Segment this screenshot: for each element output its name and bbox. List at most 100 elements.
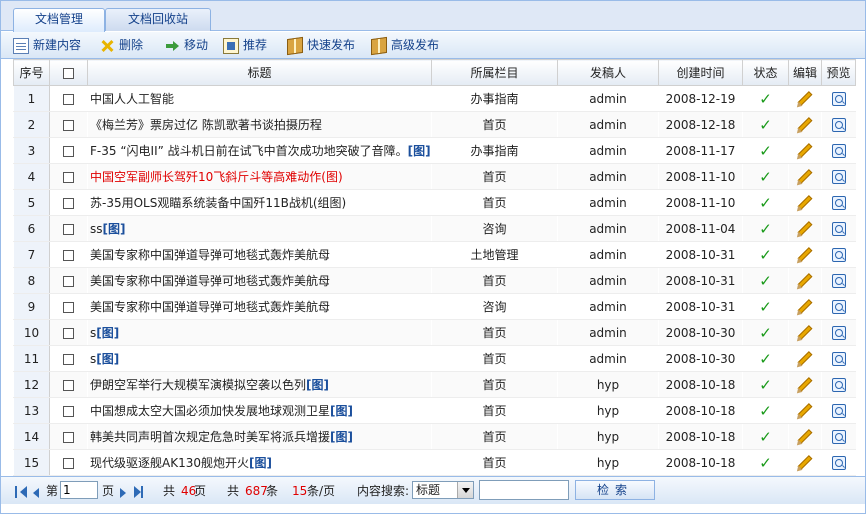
- row-select-cell[interactable]: [49, 111, 88, 138]
- row-edit[interactable]: [788, 137, 822, 164]
- tab-document-management[interactable]: 文档管理: [13, 8, 105, 32]
- table-row[interactable]: 4 中国空军副师长驾歼10飞斜斤斗等高难动作(图) 首页 admin 2008-11-1…: [13, 163, 856, 190]
- row-title-cell[interactable]: 现代级驱逐舰AK130舰炮开火[图]: [87, 449, 432, 476]
- row-title[interactable]: 中国想成太空大国必须加快发展地球观测卫星: [90, 404, 330, 418]
- preview-magnifier-icon[interactable]: [831, 247, 846, 262]
- table-row[interactable]: 11 s[图] 首页 admin 2008-10-30 ✓: [13, 345, 856, 372]
- row-preview[interactable]: [821, 345, 856, 372]
- row-image-tag[interactable]: [图]: [96, 326, 119, 340]
- search-field-select[interactable]: 标题: [412, 481, 474, 499]
- row-title[interactable]: 中国人人工智能: [90, 92, 174, 106]
- row-title[interactable]: 现代级驱逐舰AK130舰炮开火: [90, 456, 249, 470]
- column-header-index[interactable]: 序号: [13, 59, 50, 86]
- row-image-tag[interactable]: [图]: [408, 144, 431, 158]
- row-select-cell[interactable]: [49, 371, 88, 398]
- row-preview[interactable]: [821, 371, 856, 398]
- row-title[interactable]: 美国专家称中国弹道导弹可地毯式轰炸美航母: [90, 248, 330, 262]
- row-checkbox[interactable]: [63, 379, 74, 391]
- row-title-cell[interactable]: 伊朗空军举行大规模军演模拟空袭以色列[图]: [87, 371, 432, 398]
- row-select-cell[interactable]: [49, 215, 88, 242]
- row-preview[interactable]: [821, 449, 856, 476]
- row-edit[interactable]: [788, 85, 822, 112]
- preview-magnifier-icon[interactable]: [831, 273, 846, 288]
- row-title[interactable]: 美国专家称中国弹道导弹可地毯式轰炸美航母: [90, 300, 330, 314]
- row-image-tag[interactable]: [图]: [103, 222, 126, 236]
- row-title-cell[interactable]: 《梅兰芳》票房过亿 陈凯歌著书谈拍摄历程: [87, 111, 432, 138]
- row-title-cell[interactable]: s[图]: [87, 345, 432, 372]
- table-row[interactable]: 1 中国人人工智能 办事指南 admin 2008-12-19 ✓: [13, 85, 856, 112]
- pencil-edit-icon[interactable]: [797, 90, 813, 106]
- row-select-cell[interactable]: [49, 345, 88, 372]
- preview-magnifier-icon[interactable]: [831, 377, 846, 392]
- column-header-select-all[interactable]: [49, 59, 88, 86]
- table-row[interactable]: 10 s[图] 首页 admin 2008-10-30 ✓: [13, 319, 856, 346]
- row-checkbox[interactable]: [63, 405, 74, 417]
- preview-magnifier-icon[interactable]: [831, 403, 846, 418]
- row-select-cell[interactable]: [49, 397, 88, 424]
- table-row[interactable]: 14 韩美共同声明首次规定危急时美军将派兵增援[图] 首页 hyp 2008-10-18…: [13, 423, 856, 450]
- row-image-tag[interactable]: [图]: [249, 456, 272, 470]
- row-title-cell[interactable]: 中国想成太空大国必须加快发展地球观测卫星[图]: [87, 397, 432, 424]
- table-row[interactable]: 15 现代级驱逐舰AK130舰炮开火[图] 首页 hyp 2008-10-18 ✓: [13, 449, 856, 476]
- row-title[interactable]: 苏-35用OLS观瞄系统装备中国歼11B战机(组图): [90, 196, 346, 210]
- select-all-checkbox[interactable]: [63, 67, 74, 79]
- first-page-button[interactable]: [15, 482, 27, 500]
- row-title-cell[interactable]: 韩美共同声明首次规定危急时美军将派兵增援[图]: [87, 423, 432, 450]
- row-checkbox[interactable]: [63, 197, 74, 209]
- preview-magnifier-icon[interactable]: [831, 299, 846, 314]
- row-preview[interactable]: [821, 163, 856, 190]
- row-edit[interactable]: [788, 163, 822, 190]
- search-button[interactable]: 检索: [575, 480, 655, 500]
- row-edit[interactable]: [788, 397, 822, 424]
- advanced-publish-button[interactable]: 高级发布: [371, 36, 439, 55]
- row-title-cell[interactable]: 中国人人工智能: [87, 85, 432, 112]
- row-select-cell[interactable]: [49, 241, 88, 268]
- page-number-input[interactable]: [60, 481, 98, 499]
- row-edit[interactable]: [788, 371, 822, 398]
- row-title[interactable]: 美国专家称中国弹道导弹可地毯式轰炸美航母: [90, 274, 330, 288]
- row-select-cell[interactable]: [49, 85, 88, 112]
- pencil-edit-icon[interactable]: [797, 428, 813, 444]
- row-edit[interactable]: [788, 215, 822, 242]
- row-preview[interactable]: [821, 267, 856, 294]
- row-title[interactable]: F-35 “闪电II” 战斗机日前在试飞中首次成功地突破了音障。: [90, 144, 408, 158]
- preview-magnifier-icon[interactable]: [831, 351, 846, 366]
- pencil-edit-icon[interactable]: [797, 298, 813, 314]
- previous-page-button[interactable]: [33, 482, 39, 500]
- row-image-tag[interactable]: [图]: [306, 378, 329, 392]
- row-title-cell[interactable]: 美国专家称中国弹道导弹可地毯式轰炸美航母: [87, 293, 432, 320]
- column-header-author[interactable]: 发稿人: [557, 59, 659, 86]
- new-content-button[interactable]: 新建内容: [13, 36, 81, 55]
- row-checkbox[interactable]: [63, 327, 74, 339]
- column-header-edit[interactable]: 编辑: [788, 59, 822, 86]
- pencil-edit-icon[interactable]: [797, 142, 813, 158]
- preview-magnifier-icon[interactable]: [831, 429, 846, 444]
- row-edit[interactable]: [788, 111, 822, 138]
- preview-magnifier-icon[interactable]: [831, 221, 846, 236]
- column-header-created[interactable]: 创建时间: [658, 59, 743, 86]
- pencil-edit-icon[interactable]: [797, 402, 813, 418]
- row-select-cell[interactable]: [49, 189, 88, 216]
- preview-magnifier-icon[interactable]: [831, 169, 846, 184]
- row-checkbox[interactable]: [63, 93, 74, 105]
- row-preview[interactable]: [821, 397, 856, 424]
- quick-publish-button[interactable]: 快速发布: [287, 36, 355, 55]
- preview-magnifier-icon[interactable]: [831, 143, 846, 158]
- table-row[interactable]: 5 苏-35用OLS观瞄系统装备中国歼11B战机(组图) 首页 admin 2008-1…: [13, 189, 856, 216]
- row-edit[interactable]: [788, 293, 822, 320]
- row-title-cell[interactable]: 美国专家称中国弹道导弹可地毯式轰炸美航母: [87, 241, 432, 268]
- row-title[interactable]: 《梅兰芳》票房过亿 陈凯歌著书谈拍摄历程: [90, 118, 322, 132]
- table-row[interactable]: 2 《梅兰芳》票房过亿 陈凯歌著书谈拍摄历程 首页 admin 2008-12-18 ✓: [13, 111, 856, 138]
- table-row[interactable]: 3 F-35 “闪电II” 战斗机日前在试飞中首次成功地突破了音障。[图] 办事指南…: [13, 137, 856, 164]
- row-image-tag[interactable]: [图]: [330, 430, 353, 444]
- row-title[interactable]: ss: [90, 222, 103, 236]
- row-select-cell[interactable]: [49, 267, 88, 294]
- row-title-cell[interactable]: s[图]: [87, 319, 432, 346]
- row-checkbox[interactable]: [63, 223, 74, 235]
- column-header-status[interactable]: 状态: [742, 59, 789, 86]
- table-row[interactable]: 12 伊朗空军举行大规模军演模拟空袭以色列[图] 首页 hyp 2008-10-18 ✓: [13, 371, 856, 398]
- preview-magnifier-icon[interactable]: [831, 195, 846, 210]
- row-preview[interactable]: [821, 111, 856, 138]
- row-title-cell[interactable]: 美国专家称中国弹道导弹可地毯式轰炸美航母: [87, 267, 432, 294]
- row-image-tag[interactable]: [图]: [96, 352, 119, 366]
